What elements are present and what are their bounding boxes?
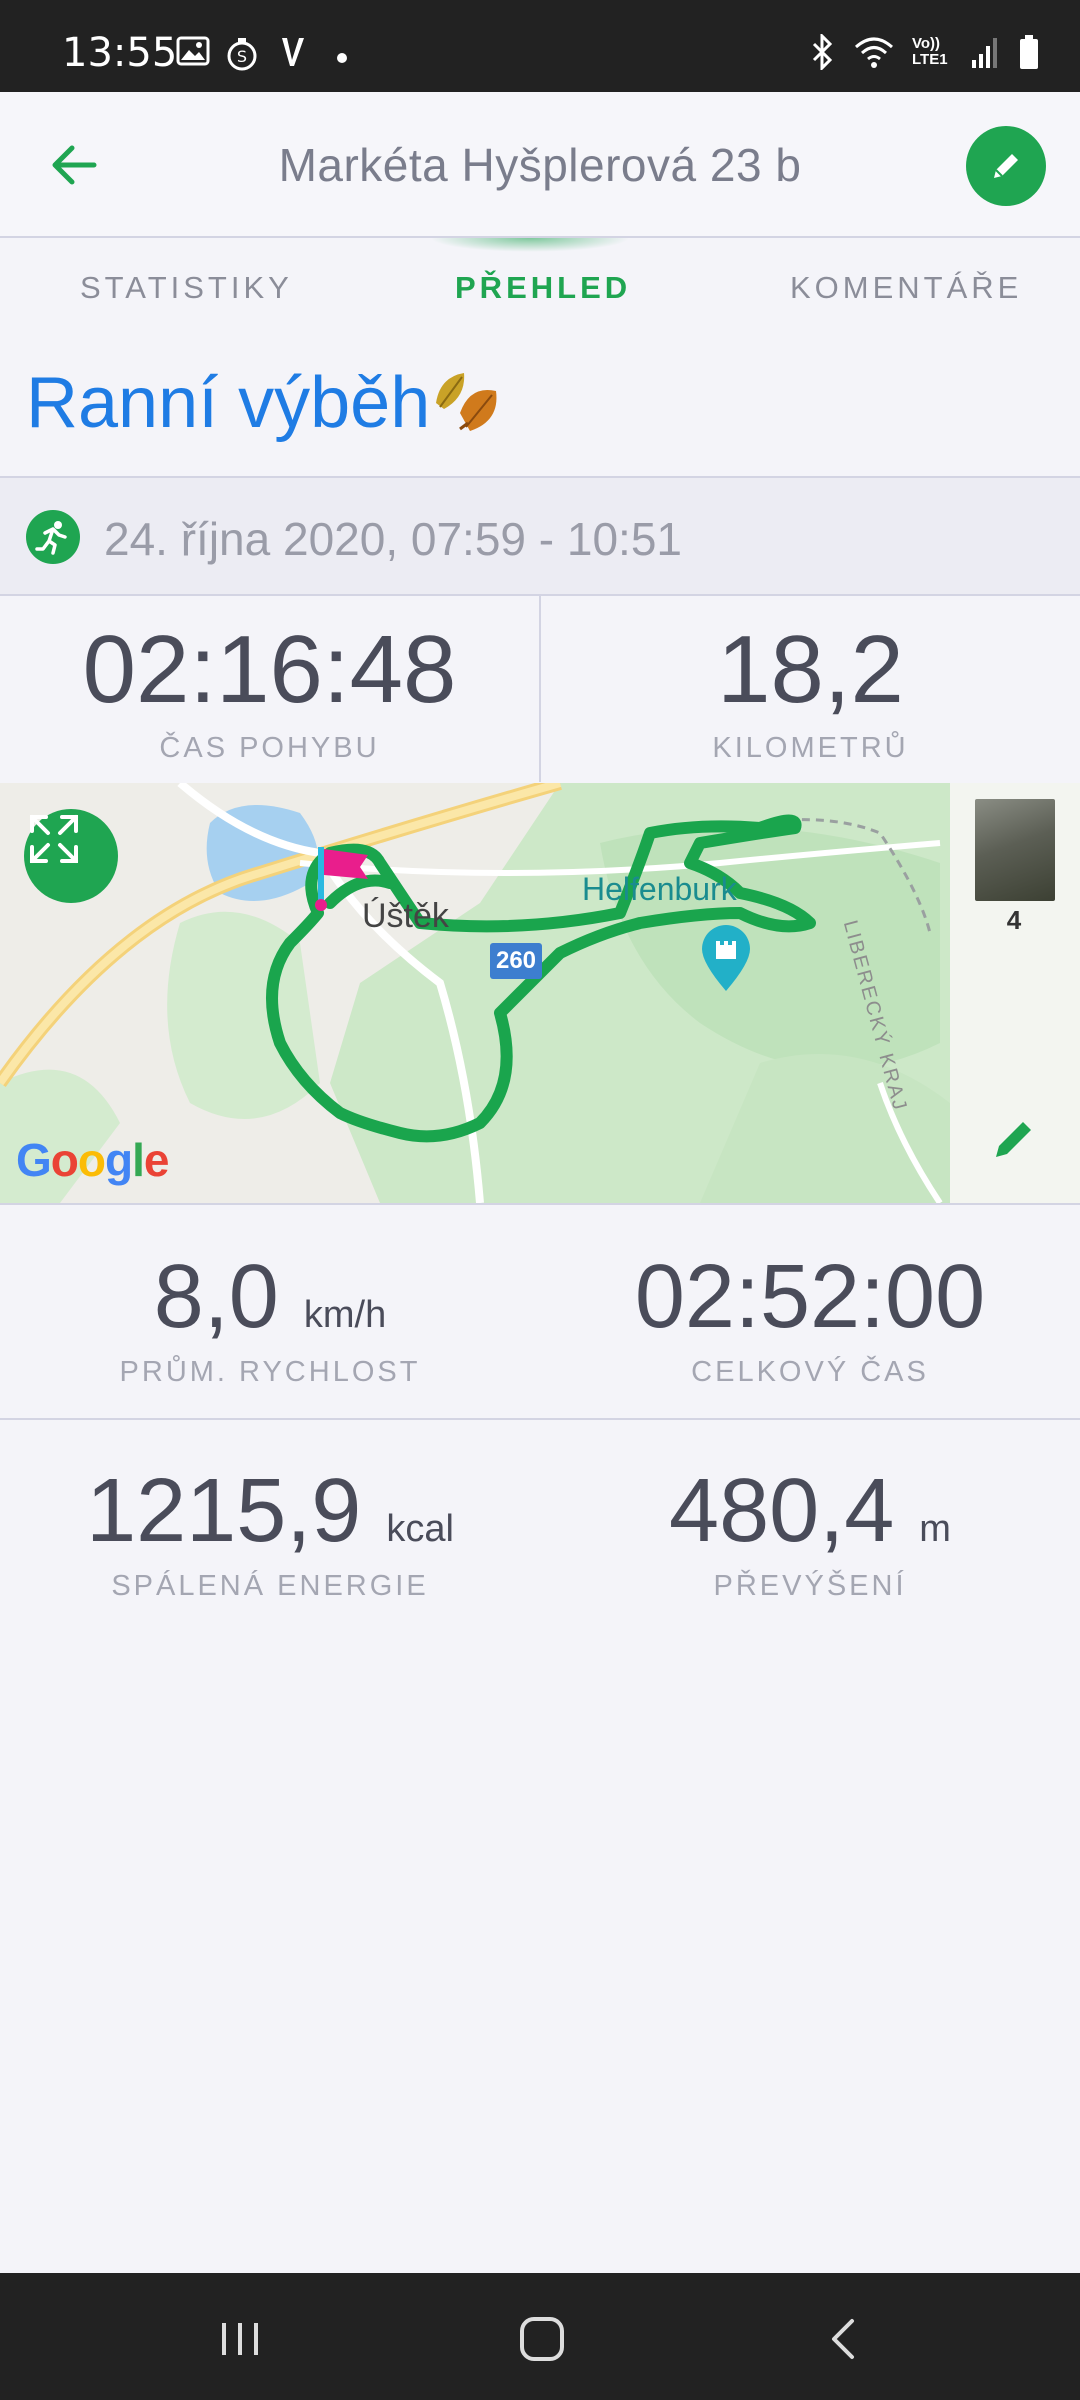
stat-label: PŘEVÝŠENÍ: [713, 1570, 907, 1602]
photo-thumbnail[interactable]: [975, 799, 1055, 901]
status-right-icons: Vo)) LTE1: [810, 32, 1040, 72]
stat-label: KILOMETRŮ: [712, 732, 909, 764]
battery-icon: [1020, 35, 1038, 69]
map-edit-pencil-icon[interactable]: [990, 1113, 1040, 1163]
app-header: Markéta Hyšplerová 23 b: [0, 92, 1080, 238]
home-icon[interactable]: [512, 2311, 572, 2367]
tab-bar: STATISTIKY PŘEHLED KOMENTÁŘE: [0, 238, 1080, 338]
photo-count: 4: [1006, 905, 1022, 935]
stat-value: 18,2: [717, 616, 904, 723]
running-icon: [26, 510, 80, 564]
stat-unit: kcal: [386, 1508, 454, 1550]
activity-date-row: 24. října 2020, 07:59 - 10:51: [0, 478, 1080, 594]
stat-value: 02:52:00: [634, 1247, 986, 1347]
google-logo: Google: [16, 1134, 169, 1186]
stat-value: 480,4: [669, 1461, 895, 1561]
fullscreen-button[interactable]: [24, 809, 118, 903]
activity-title: Ranní výběh: [26, 363, 431, 443]
stat-value: 8,0: [153, 1247, 279, 1347]
back-nav-icon[interactable]: [814, 2311, 874, 2367]
stat-unit: km/h: [303, 1294, 387, 1336]
stat-label: PRŮM. RYCHLOST: [119, 1356, 421, 1388]
map-town-label: Úštěk: [362, 897, 449, 935]
stat-label: CELKOVÝ ČAS: [691, 1356, 929, 1388]
edit-button[interactable]: [966, 126, 1046, 206]
castle-marker-icon: [702, 925, 750, 991]
activity-title-row: Ranní výběh: [26, 362, 514, 444]
stat-label: SPÁLENÁ ENERGIE: [111, 1570, 429, 1602]
activity-date: 24. října 2020, 07:59 - 10:51: [104, 513, 682, 565]
stat-value: 02:16:48: [82, 616, 457, 723]
stat-avg-speed: 8,0 km/h PRŮM. RYCHLOST: [0, 1252, 540, 1389]
autumn-leaves-icon: [436, 373, 497, 431]
app-v-icon: [282, 38, 304, 66]
divider: [0, 1203, 1080, 1205]
wifi-icon: [855, 37, 893, 68]
stat-energy: 1215,9 kcal SPÁLENÁ ENERGIE: [0, 1466, 540, 1603]
expand-icon: [30, 815, 78, 863]
stat-moving-time: 02:16:48 ČAS POHYBU: [0, 622, 539, 765]
page-title: Markéta Hyšplerová 23 b: [278, 139, 802, 191]
route-map[interactable]: Úštěk Helfenburk 260 LIBERECKÝ KRAJ 4 Go…: [0, 783, 1080, 1203]
stat-value: 1215,9: [86, 1461, 362, 1561]
tab-prehled[interactable]: PŘEHLED: [455, 270, 631, 306]
pencil-icon: [994, 154, 1018, 178]
signal-icon: [972, 38, 997, 68]
status-time: 13:55: [62, 30, 178, 76]
notification-dot-icon: [337, 53, 347, 63]
stopwatch-icon: S: [227, 38, 257, 71]
bluetooth-icon: [812, 34, 833, 70]
divider: [0, 1418, 1080, 1420]
gallery-icon: [176, 36, 210, 66]
recent-apps-icon[interactable]: [210, 2311, 270, 2367]
stat-unit: m: [919, 1508, 951, 1550]
tab-statistiky[interactable]: STATISTIKY: [80, 270, 293, 306]
status-bar: 13:55 S Vo)) LTE1: [0, 0, 1080, 92]
stat-total-time: 02:52:00 CELKOVÝ ČAS: [540, 1252, 1080, 1389]
network-label: Vo)) LTE1: [912, 35, 948, 68]
stat-distance: 18,2 KILOMETRŮ: [541, 622, 1080, 765]
tab-komentare[interactable]: KOMENTÁŘE: [790, 270, 1022, 306]
stat-elevation: 480,4 m PŘEVÝŠENÍ: [540, 1466, 1080, 1603]
tab-indicator: [430, 238, 630, 252]
road-number-badge: 260: [490, 943, 542, 979]
map-poi-label: Helfenburk: [582, 871, 737, 907]
svg-text:S: S: [237, 47, 247, 66]
system-nav-bar: [0, 2273, 1080, 2400]
stat-label: ČAS POHYBU: [159, 732, 380, 764]
